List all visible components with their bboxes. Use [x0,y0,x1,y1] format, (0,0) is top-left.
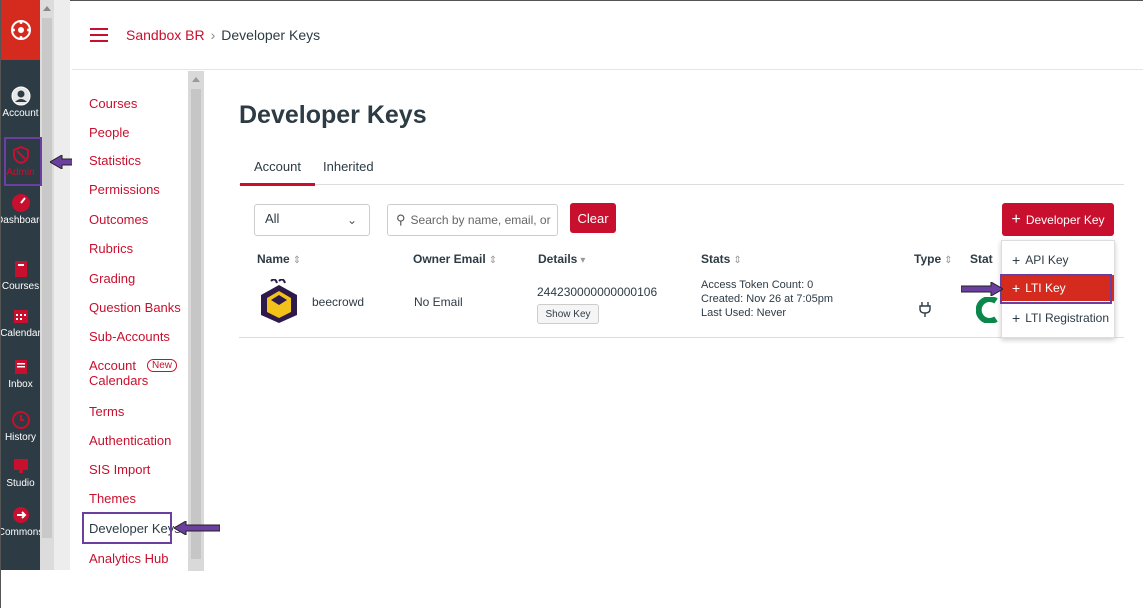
global-nav: Account Admin Dashboard Courses Calendar… [1,0,40,570]
global-nav-studio[interactable]: Studio [1,456,40,489]
commons-icon [12,507,29,523]
canvas-logo-icon [10,20,31,40]
state-toggle-icon[interactable] [976,297,1002,323]
calendar-icon [13,310,28,323]
global-nav-label: Calendar [1,328,40,339]
breadcrumb: Sandbox BR › Developer Keys [126,27,320,43]
subnav-item-people[interactable]: People [89,125,129,140]
global-nav-scrollbar[interactable] [40,0,54,570]
stats-last-used: Last Used: Never [701,307,786,319]
clock-icon [11,411,30,429]
plus-icon: + [1012,310,1021,326]
global-nav-history[interactable]: History [1,410,40,443]
column-header-owner-email[interactable]: Owner Email ⇕ [413,252,497,266]
subnav-item-courses[interactable]: Courses [89,96,137,111]
developer-keys-pointer-arrow-icon [174,521,220,535]
clear-button[interactable]: Clear [570,203,616,233]
plug-icon [919,302,931,317]
scroll-up-icon[interactable] [192,77,200,82]
filter-selected-value: All [265,211,280,226]
scrollbar-track[interactable] [191,89,201,559]
subnav-item-authentication[interactable]: Authentication [89,433,171,448]
admin-highlight-box [4,137,42,186]
subnav-item-analytics-hub[interactable]: Analytics Hub [89,551,168,566]
subnav-item-outcomes[interactable]: Outcomes [89,212,148,227]
canvas-logo[interactable] [1,0,40,60]
global-nav-commons[interactable]: Commons [1,505,40,538]
global-nav-inbox[interactable]: Inbox [1,357,40,390]
scrollbar-gutter [54,0,70,570]
account-subnav: Courses People Statistics Permissions Ou… [72,71,188,571]
search-icon: ⚲ [396,212,406,227]
key-owner-email: No Email [414,295,463,309]
breadcrumb-current: Developer Keys [221,26,321,43]
menu-item-lti-registration[interactable]: + LTI Registration [1002,305,1114,331]
tab-account[interactable]: Account [240,159,315,186]
global-nav-label: Dashboard [1,215,40,226]
menu-item-api-key[interactable]: + API Key [1002,247,1114,273]
key-filter-select[interactable]: All ⌄ [254,204,370,236]
top-header: Sandbox BR › Developer Keys [72,0,1143,70]
subnav-item-statistics[interactable]: Statistics [89,153,141,168]
beecrowd-logo [261,279,297,323]
tab-inherited[interactable]: Inherited [323,159,374,174]
column-header-type[interactable]: Type ⇕ [914,252,953,266]
global-nav-label: Account [2,108,39,119]
book-icon [14,261,27,277]
hamburger-menu-icon[interactable] [90,27,108,42]
column-header-stats[interactable]: Stats ⇕ [701,252,742,266]
scrollbar-track[interactable] [42,18,52,538]
search-input[interactable]: ⚲ Search by name, email, or [387,204,558,236]
breadcrumb-root-link[interactable]: Sandbox BR [126,27,205,43]
studio-icon [13,459,28,473]
add-developer-key-label: Developer Key [1025,212,1105,227]
key-name: beecrowd [312,295,365,309]
user-icon [11,86,30,106]
subnav-item-permissions[interactable]: Permissions [89,182,160,197]
subnav-item-sis-import[interactable]: SIS Import [89,462,150,477]
stats-created: Created: Nov 26 at 7:05pm [701,293,834,305]
chevron-down-icon: ⌄ [346,213,357,227]
global-nav-calendar[interactable]: Calendar [1,306,40,339]
column-header-details[interactable]: Details ▾ [538,252,585,266]
scroll-up-icon[interactable] [43,6,51,11]
global-nav-label: Inbox [8,379,33,390]
global-nav-label: Courses [1,281,40,292]
subnav-item-question-banks[interactable]: Question Banks [89,300,181,315]
subnav-scrollbar[interactable] [188,71,204,571]
new-badge: New [147,359,178,372]
column-header-state[interactable]: Stat [970,252,993,266]
lti-key-highlight-box [1000,274,1112,304]
page-title: Developer Keys [239,101,427,129]
global-nav-courses[interactable]: Courses [1,259,40,292]
global-nav-label: Commons [1,527,40,538]
global-nav-label: History [4,432,37,443]
developer-keys-highlight-box [82,512,172,544]
lti-key-pointer-arrow-icon [961,282,1003,296]
plus-icon: + [1012,252,1021,268]
stats-token-count: Access Token Count: 0 [701,279,814,291]
global-nav-label: Studio [6,478,35,489]
subnav-item-grading[interactable]: Grading [89,271,135,286]
subnav-item-sub-accounts[interactable]: Sub-Accounts [89,329,170,344]
table-row-divider [239,337,1124,338]
subnav-item-terms[interactable]: Terms [89,404,124,419]
dashboard-icon [11,194,30,212]
show-key-button[interactable]: Show Key [537,304,599,324]
inbox-icon [14,360,27,374]
key-id: 244230000000000106 [537,285,658,299]
tab-list: Account Inherited [239,155,1124,186]
search-placeholder: Search by name, email, or [410,213,551,227]
add-developer-key-button[interactable]: + Developer Key [1002,203,1114,236]
global-nav-dashboard[interactable]: Dashboard [1,193,40,226]
column-header-name[interactable]: Name ⇕ [257,252,301,266]
plus-icon: + [1011,210,1021,228]
subnav-item-themes[interactable]: Themes [89,491,136,506]
breadcrumb-separator: › [210,26,216,43]
subnav-item-rubrics[interactable]: Rubrics [89,241,133,256]
global-nav-account[interactable]: Account [1,86,40,119]
